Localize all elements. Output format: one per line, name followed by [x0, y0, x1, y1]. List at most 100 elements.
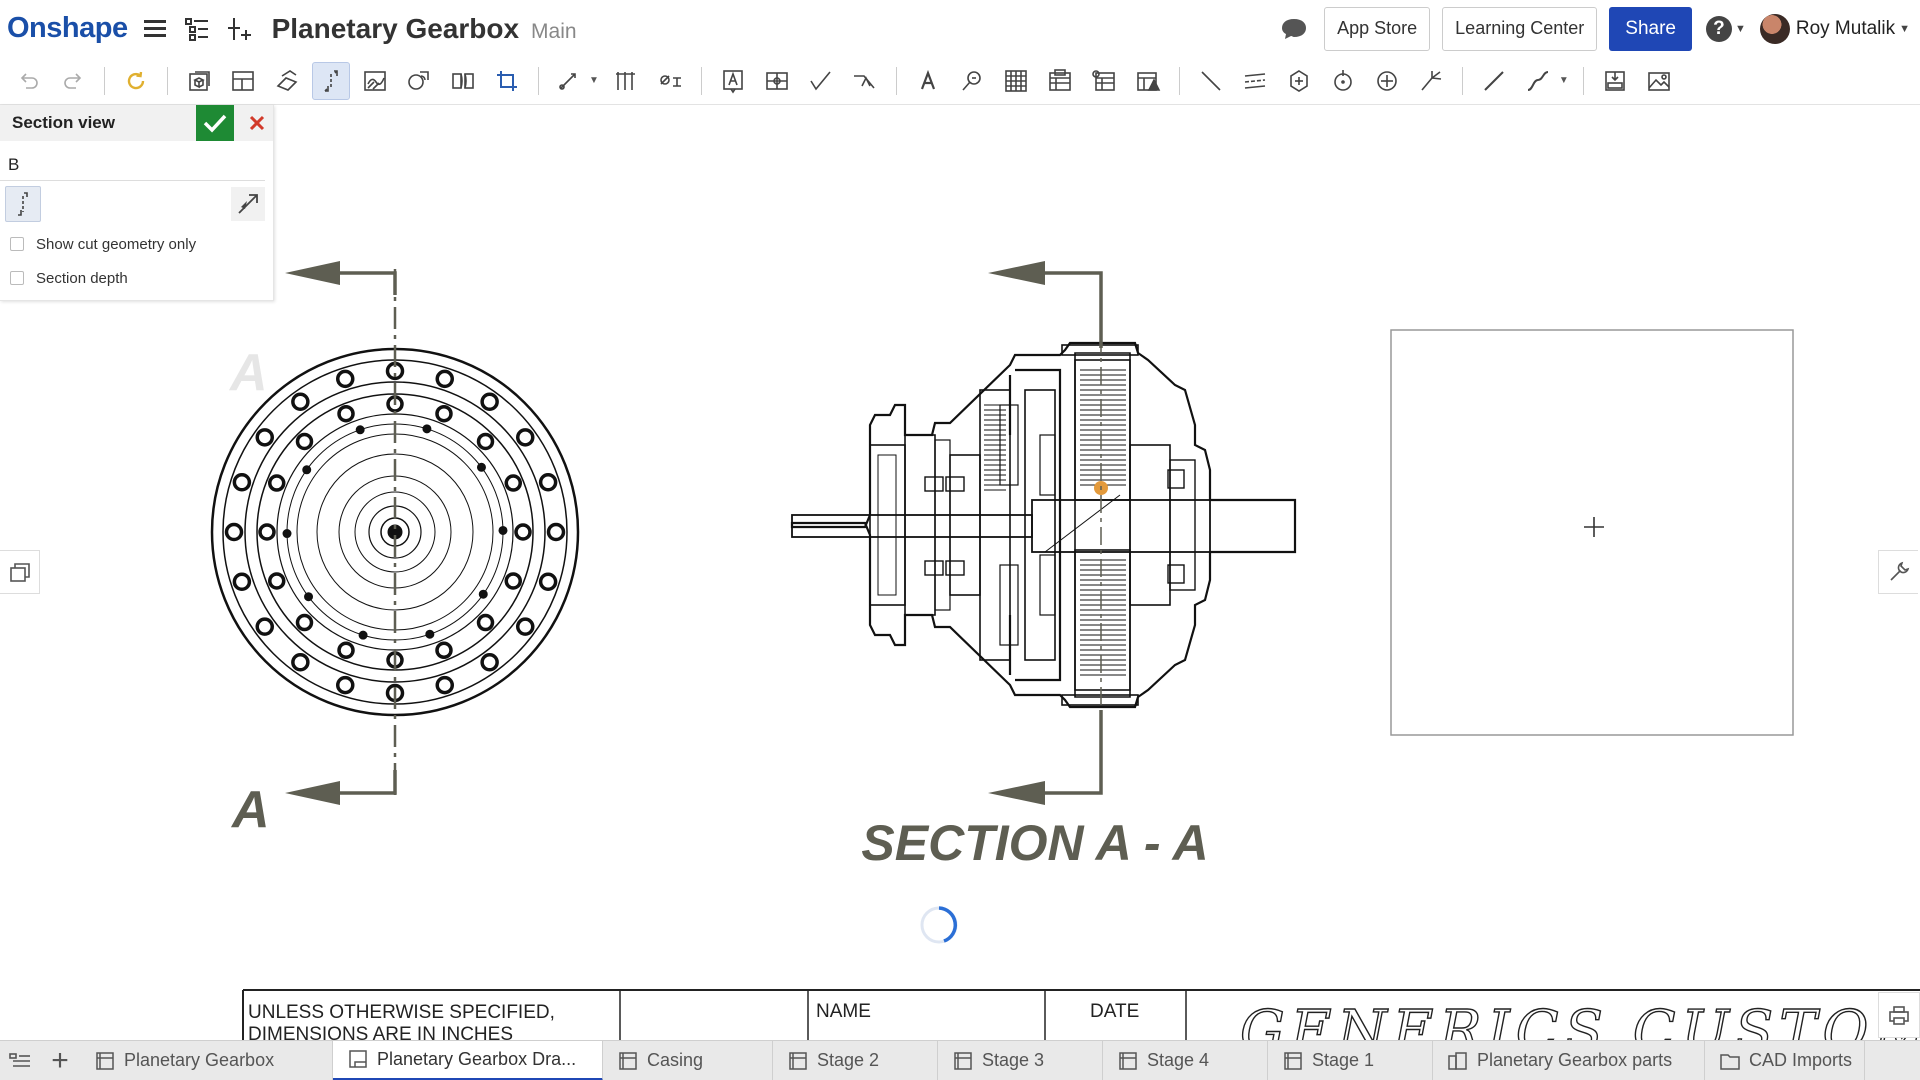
tab-manager-icon[interactable]	[0, 1041, 40, 1080]
checkbox[interactable]	[10, 237, 24, 251]
tab-label: Stage 2	[817, 1050, 880, 1070]
export-icon[interactable]	[1596, 62, 1634, 100]
break-view-icon[interactable]	[444, 62, 482, 100]
toolbar-divider	[700, 66, 702, 95]
tab-planetary-gearbox-dra[interactable]: Planetary Gearbox Dra...	[333, 1040, 603, 1080]
help-button[interactable]: ? ▼	[1705, 15, 1746, 42]
tab-planetary-gearbox[interactable]: Planetary Gearbox	[80, 1040, 333, 1080]
surface-finish-icon[interactable]	[802, 62, 840, 100]
redo-icon[interactable]	[54, 62, 92, 100]
bolt-hole	[358, 630, 368, 640]
tab-casing[interactable]: Casing	[603, 1040, 773, 1080]
sketch-line-icon[interactable]	[1475, 62, 1513, 100]
feature-list-icon[interactable]	[182, 14, 212, 44]
chevron-down-icon: ▼	[1899, 22, 1910, 35]
toolbar-divider	[1461, 66, 1463, 95]
section-depth-checkbox[interactable]: Section depth	[0, 261, 273, 295]
centermark-icon[interactable]	[1280, 62, 1318, 100]
app-store-button[interactable]: App Store	[1324, 6, 1431, 51]
show-cut-geometry-checkbox[interactable]: Show cut geometry only	[0, 227, 273, 261]
tab-stage-1[interactable]: Stage 1	[1268, 1040, 1433, 1080]
insert-view-icon[interactable]	[180, 62, 218, 100]
weld-symbol-icon[interactable]	[846, 62, 884, 100]
ordinate-dimension-icon[interactable]	[607, 62, 645, 100]
chevron-down-icon[interactable]: ▼	[1559, 75, 1569, 86]
comments-icon[interactable]	[1280, 17, 1308, 41]
share-button[interactable]: Share	[1609, 6, 1692, 51]
flip-direction-button[interactable]	[231, 187, 265, 221]
top-header: Onshape Planetary Gearbox Main App Store…	[0, 0, 1920, 57]
bolt-hole	[304, 592, 314, 602]
hole-table-icon[interactable]	[1085, 62, 1123, 100]
section-line-icon	[18, 192, 28, 216]
detail-view-icon[interactable]	[400, 62, 438, 100]
bolt-hole	[514, 523, 532, 541]
circle-centermark-icon[interactable]	[1324, 62, 1362, 100]
note-icon[interactable]	[714, 62, 752, 100]
confirm-button[interactable]	[196, 105, 234, 141]
inspection-symbol-icon[interactable]	[953, 62, 991, 100]
section-name-field[interactable]: B	[0, 141, 265, 181]
bolt-hole	[267, 572, 286, 590]
add-item-icon[interactable]	[224, 14, 254, 44]
bolt-hole	[255, 428, 274, 447]
bom-icon[interactable]	[1041, 62, 1079, 100]
onshape-logo[interactable]: Onshape	[7, 12, 128, 45]
menu-icon[interactable]	[140, 14, 170, 44]
dimension-icon[interactable]	[551, 62, 589, 100]
revision-table-icon[interactable]	[1129, 62, 1167, 100]
bolt-hole	[258, 523, 276, 541]
tab-planetary-gearbox-parts[interactable]: Planetary Gearbox parts	[1433, 1040, 1705, 1080]
add-tab-icon[interactable]: +	[40, 1041, 80, 1080]
bolt-hole	[476, 613, 495, 632]
centerline-icon[interactable]	[1236, 62, 1274, 100]
bolt-hole	[232, 472, 252, 492]
datum-icon[interactable]	[758, 62, 796, 100]
image-icon[interactable]	[1640, 62, 1678, 100]
tab-stage-3[interactable]: Stage 3	[938, 1040, 1103, 1080]
section-line[interactable]	[285, 261, 397, 805]
cancel-button[interactable]	[242, 105, 272, 141]
panel-tools-row	[0, 181, 273, 227]
part-studio-icon	[94, 1050, 116, 1072]
toolbar-divider	[895, 66, 897, 95]
spline-icon[interactable]	[1519, 62, 1557, 100]
tab-label: Planetary Gearbox Dra...	[377, 1048, 577, 1069]
title-block-name-header: NAME	[816, 1001, 871, 1022]
section-line-tool[interactable]	[5, 186, 41, 222]
user-menu[interactable]: Roy Mutalik ▼	[1759, 13, 1910, 44]
broken-out-section-icon[interactable]	[356, 62, 394, 100]
right-panel-toggle[interactable]	[1878, 550, 1918, 594]
undo-icon[interactable]	[10, 62, 48, 100]
bolt-hole	[355, 425, 365, 435]
chevron-down-icon[interactable]: ▼	[589, 75, 599, 86]
auxiliary-view-icon[interactable]	[268, 62, 306, 100]
checkbox[interactable]	[10, 271, 24, 285]
regenerate-icon[interactable]	[117, 62, 155, 100]
bolt-hole	[267, 474, 286, 492]
print-icon[interactable]	[1878, 992, 1920, 1038]
learning-center-button[interactable]: Learning Center	[1442, 6, 1598, 51]
tab-stage-2[interactable]: Stage 2	[773, 1040, 938, 1080]
bolt-hole	[295, 432, 314, 451]
section-view-icon[interactable]	[312, 61, 350, 100]
tab-cad-imports[interactable]: CAD Imports	[1705, 1040, 1865, 1080]
document-title[interactable]: Planetary Gearbox	[272, 13, 519, 45]
text-icon[interactable]	[909, 62, 947, 100]
document-branch[interactable]: Main	[531, 20, 577, 44]
drawing-canvas[interactable]: A A SECTION A - A UNLESS OTHERWISE SPECI…	[0, 105, 1920, 1040]
assembly-icon	[1447, 1050, 1469, 1072]
point-icon[interactable]	[1368, 62, 1406, 100]
toolbar-divider	[1582, 66, 1584, 95]
left-panel-toggle[interactable]	[0, 550, 40, 594]
line-icon[interactable]	[1192, 62, 1230, 100]
crop-view-icon[interactable]	[488, 62, 526, 100]
balloon-icon[interactable]	[1412, 62, 1450, 100]
flip-direction-icon	[238, 194, 258, 214]
section-a-a-view[interactable]	[790, 341, 1297, 709]
table-icon[interactable]	[997, 62, 1035, 100]
tab-stage-4[interactable]: Stage 4	[1103, 1040, 1268, 1080]
view-placement-box[interactable]	[1390, 329, 1794, 736]
hole-callout-icon[interactable]	[651, 62, 689, 100]
projected-view-icon[interactable]	[224, 62, 262, 100]
